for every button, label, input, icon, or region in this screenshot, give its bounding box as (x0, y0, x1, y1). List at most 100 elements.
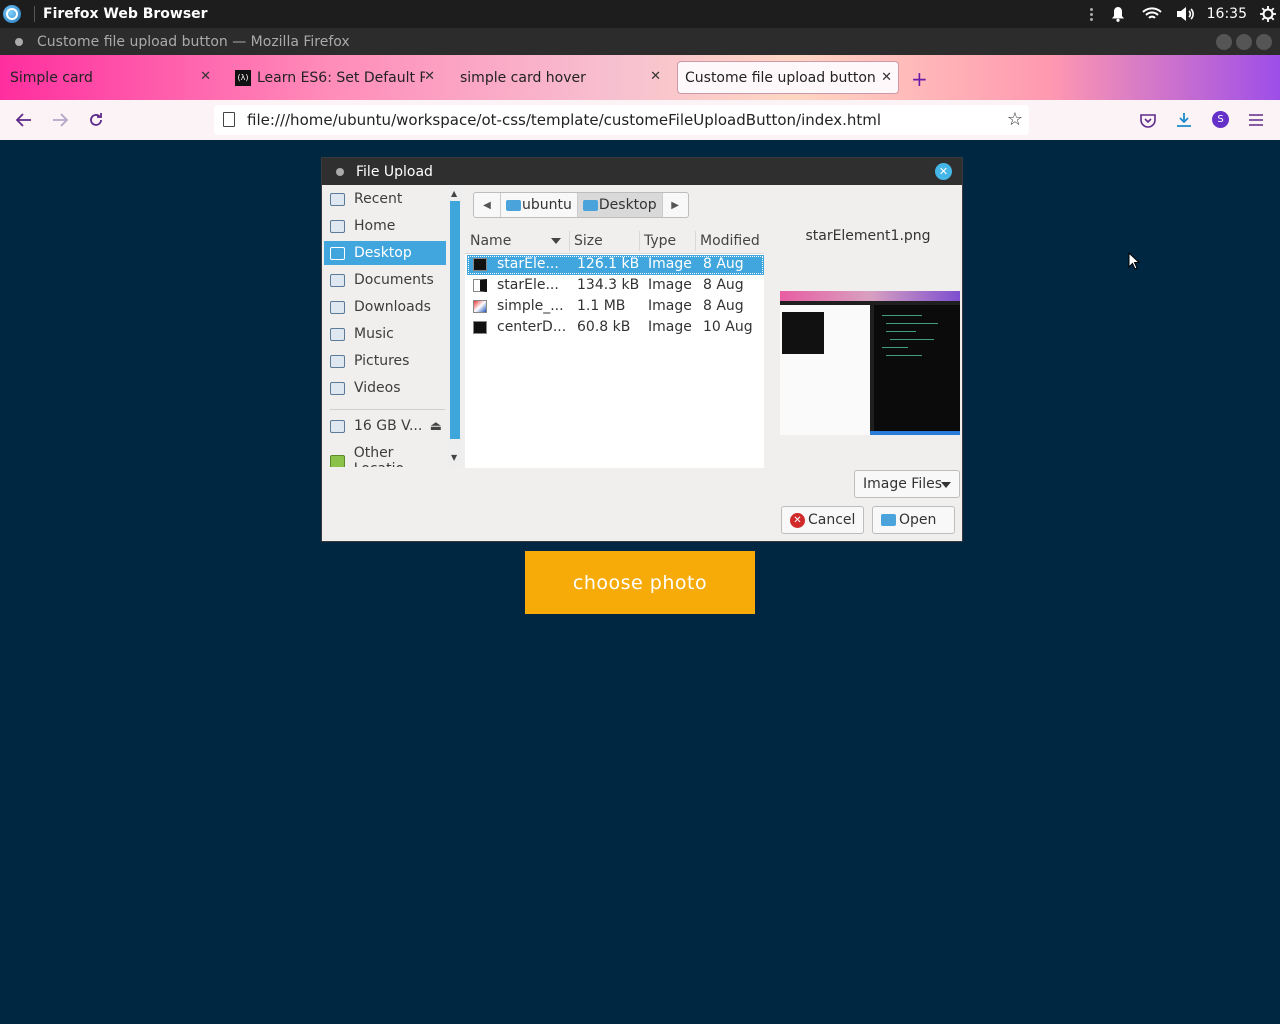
column-modified[interactable]: Modified (700, 233, 760, 249)
other-locations-icon (330, 454, 345, 467)
place-pictures[interactable]: Pictures (324, 349, 446, 373)
tab-close-icon[interactable]: ✕ (424, 69, 435, 84)
clock[interactable]: 16:35 (1207, 6, 1247, 22)
dialog-close-icon[interactable]: ✕ (935, 163, 952, 180)
file-row[interactable]: simple_... 1.1 MB Image 8 Aug (467, 297, 764, 317)
power-settings-icon[interactable] (1256, 0, 1280, 28)
hamburger-menu-icon[interactable] (1245, 109, 1267, 131)
window-titlebar: Custome file upload button — Mozilla Fir… (0, 28, 1280, 55)
choose-photo-button[interactable]: choose photo (525, 551, 755, 614)
overflow-dots-icon[interactable] (1089, 7, 1093, 21)
file-modified: 8 Aug (703, 256, 744, 272)
place-volume[interactable]: 16 GB V... ⏏ (324, 414, 446, 438)
column-type[interactable]: Type (644, 233, 676, 249)
file-modified: 10 Aug (703, 319, 753, 335)
file-type: Image (648, 319, 692, 335)
tab-close-icon[interactable]: ✕ (881, 70, 892, 85)
file-row[interactable]: starEle... 126.1 kB Image 8 Aug (467, 255, 764, 275)
place-recent[interactable]: Recent (324, 187, 446, 211)
reload-icon[interactable] (85, 109, 107, 131)
url-bar[interactable]: file:///home/ubuntu/workspace/ot-css/tem… (214, 105, 1029, 135)
place-videos[interactable]: Videos (324, 376, 446, 400)
close-window-button[interactable] (1256, 34, 1272, 50)
tab-label: simple card hover (460, 69, 586, 86)
pocket-icon[interactable] (1137, 109, 1159, 131)
place-documents[interactable]: Documents (324, 268, 446, 292)
cancel-button[interactable]: ✕ Cancel (781, 506, 864, 534)
downloads-folder-icon (330, 300, 345, 314)
videos-icon (330, 381, 345, 395)
back-arrow-icon[interactable] (13, 109, 35, 131)
image-file-icon (473, 258, 487, 271)
place-label: 16 GB V... (354, 418, 423, 434)
file-type-filter-dropdown[interactable]: Image Files (854, 470, 960, 498)
image-file-icon (473, 279, 487, 292)
bookmark-star-icon[interactable]: ☆ (1007, 109, 1023, 130)
path-right-arrow-icon[interactable]: ▶ (661, 193, 688, 217)
bell-icon[interactable] (1101, 0, 1135, 28)
firefox-app-icon[interactable] (3, 5, 21, 23)
place-home[interactable]: Home (324, 214, 446, 238)
eject-icon[interactable]: ⏏ (430, 419, 442, 434)
preview-code-line (890, 339, 934, 340)
minimize-button[interactable] (1216, 34, 1232, 50)
file-row[interactable]: starEle... 134.3 kB Image 8 Aug (467, 276, 764, 296)
tab-learn-es6[interactable]: (λ) Learn ES6: Set Default Pa ✕ (235, 61, 441, 94)
account-avatar[interactable]: S (1212, 111, 1229, 128)
sort-caret-icon[interactable] (551, 238, 561, 244)
preview-status-bar (870, 431, 960, 435)
file-row[interactable]: centerD... 60.8 kB Image 10 Aug (467, 318, 764, 338)
preview-code-line (886, 331, 916, 332)
filter-label: Image Files (863, 476, 943, 492)
tab-bar: Simple card ✕ (λ) Learn ES6: Set Default… (0, 55, 1280, 100)
file-list: Name Size Type Modified starEle... 126.1… (465, 228, 764, 468)
window-menu-dot[interactable] (15, 37, 23, 46)
file-name: simple_... (497, 298, 564, 314)
scroll-up-arrow-icon[interactable]: ▲ (451, 189, 457, 198)
file-size: 126.1 kB (577, 256, 640, 272)
downloads-icon[interactable] (1173, 109, 1195, 131)
breadcrumb-ubuntu[interactable]: ubuntu (500, 193, 577, 217)
home-icon (330, 219, 345, 233)
scroll-down-arrow-icon[interactable]: ▼ (451, 453, 457, 462)
path-left-arrow-icon[interactable]: ◀ (474, 193, 500, 217)
tab-close-icon[interactable]: ✕ (650, 69, 661, 84)
place-label: Pictures (354, 353, 410, 369)
column-name[interactable]: Name (470, 233, 511, 249)
preview-filename: starElement1.png (805, 228, 931, 244)
place-desktop[interactable]: Desktop (324, 241, 446, 265)
recent-icon (330, 192, 345, 206)
place-music[interactable]: Music (324, 322, 446, 346)
wifi-icon[interactable] (1135, 0, 1169, 28)
new-tab-button[interactable]: + (911, 67, 928, 91)
tab-label: Simple card (10, 69, 93, 86)
place-label: Desktop (354, 245, 412, 261)
column-separator (569, 231, 570, 251)
tab-simple-card-hover[interactable]: simple card hover ✕ (460, 61, 667, 94)
tab-simple-card[interactable]: Simple card ✕ (10, 61, 217, 94)
places-scrollbar[interactable]: ▲ ▼ (448, 187, 462, 467)
folder-icon (506, 199, 521, 211)
preview-code-line (882, 347, 908, 348)
dialog-menu-dot[interactable] (336, 167, 344, 176)
page-icon[interactable] (223, 112, 235, 127)
breadcrumb-desktop[interactable]: Desktop (576, 193, 662, 217)
tab-close-icon[interactable]: ✕ (200, 69, 211, 84)
preview-code-line (886, 355, 922, 356)
file-type: Image (648, 277, 692, 293)
scrollbar-thumb[interactable] (450, 201, 460, 439)
place-other-locations[interactable]: Other Locatio (324, 445, 446, 467)
volume-icon[interactable] (1169, 0, 1203, 28)
active-app-name[interactable]: Firefox Web Browser (43, 6, 208, 22)
dialog-titlebar: File Upload ✕ (322, 158, 962, 185)
url-text[interactable]: file:///home/ubuntu/workspace/ot-css/tem… (247, 111, 881, 129)
forward-arrow-icon[interactable] (49, 109, 71, 131)
column-size[interactable]: Size (574, 233, 603, 249)
file-name: centerD... (497, 319, 567, 335)
chevron-down-icon (941, 482, 951, 488)
pictures-icon (330, 354, 345, 368)
tab-custome-file-upload[interactable]: Custome file upload button ✕ (677, 61, 899, 94)
maximize-button[interactable] (1236, 34, 1252, 50)
open-button[interactable]: Open (872, 506, 955, 534)
place-downloads[interactable]: Downloads (324, 295, 446, 319)
